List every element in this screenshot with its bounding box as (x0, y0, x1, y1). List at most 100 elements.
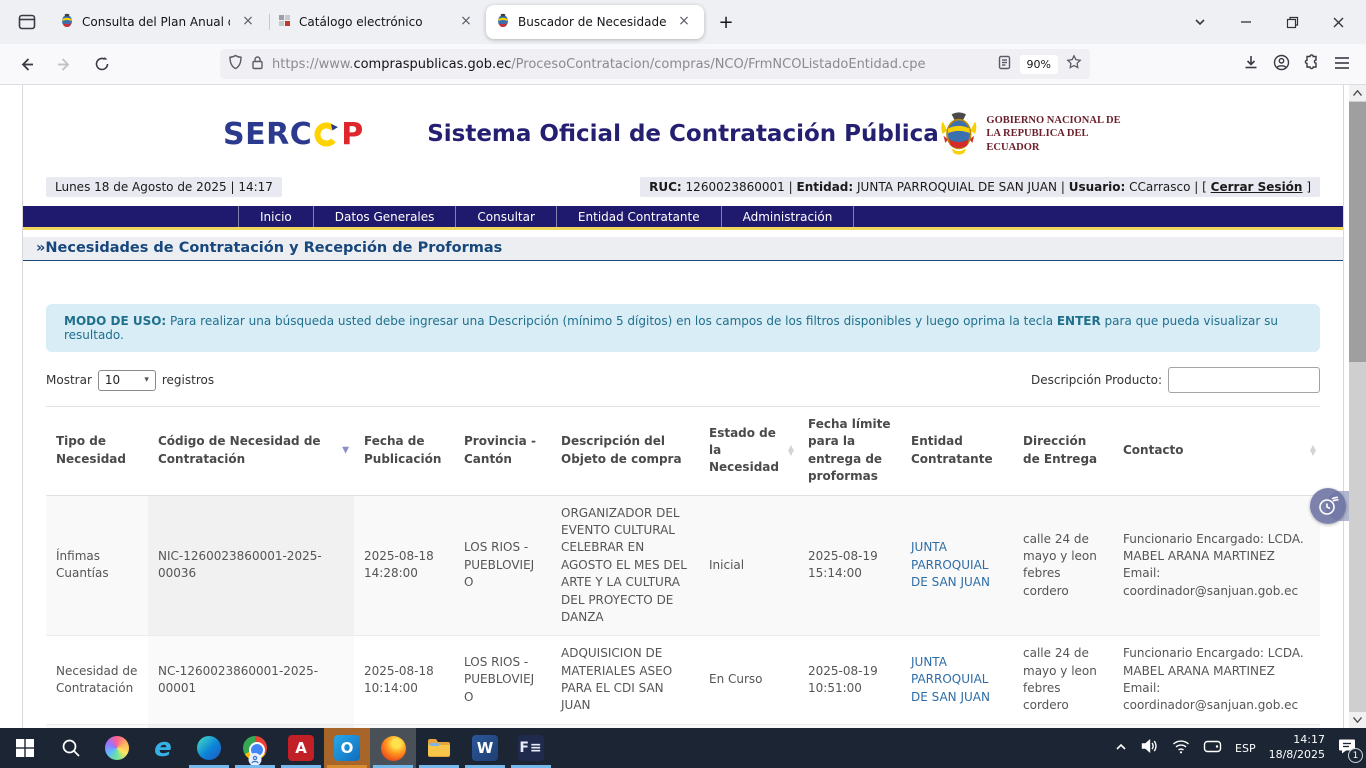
chrome-icon[interactable] (232, 728, 278, 768)
government-text: GOBIERNO NACIONAL DE LA REPUBLICA DEL EC… (986, 114, 1128, 153)
internet-explorer-icon[interactable]: e (140, 728, 186, 768)
nav-item-inicio[interactable]: Inicio (238, 206, 314, 227)
filter-label: Descripción Producto: (1031, 373, 1162, 387)
nav-item-consultar[interactable]: Consultar (456, 206, 557, 227)
firefox-icon[interactable] (370, 728, 416, 768)
back-icon[interactable] (10, 49, 42, 79)
col-codigo-necesidad[interactable]: Código de Necesidad de Contratación▼ (148, 407, 354, 496)
close-window-button[interactable] (1318, 5, 1358, 39)
close-tab-icon[interactable]: × (674, 12, 694, 32)
vertical-scrollbar[interactable] (1349, 85, 1366, 728)
tab-plan-anual[interactable]: Consulta del Plan Anual de Con × (50, 5, 268, 39)
winged-clock-icon (1316, 494, 1340, 518)
cell-direccion: calle 24 de mayo y leon febres cordero (1013, 495, 1113, 636)
f-app-icon[interactable]: F≡ (508, 728, 554, 768)
col-direccion-entrega[interactable]: Dirección de Entrega (1013, 407, 1113, 496)
screen: Consulta del Plan Anual de Con × Catálog… (0, 0, 1366, 768)
taskbar-search-icon[interactable] (48, 728, 94, 768)
col-provincia-canton[interactable]: Provincia - Cantón (454, 407, 551, 496)
ecuador-crest-favicon (60, 13, 74, 31)
forward-icon[interactable] (48, 49, 80, 79)
language-indicator[interactable]: ESP (1235, 742, 1256, 755)
hidden-icons-chevron-icon[interactable] (1114, 739, 1128, 758)
scroll-up-arrow[interactable] (1349, 85, 1366, 101)
cell-direccion: calle 24 de mayo y leon febres cordero (1013, 636, 1113, 725)
page-size-select[interactable]: 10 ▾ (98, 370, 156, 391)
close-tab-icon[interactable]: × (456, 12, 476, 32)
chevron-down-icon: ▾ (144, 375, 149, 385)
lock-icon[interactable] (251, 55, 264, 74)
cell-descripcion: ADQUISICION DE MATERIALES FUNGIBLE PARA … (551, 724, 699, 728)
copilot-icon[interactable] (94, 728, 140, 768)
cell-provincia: LOS RIOS - PUEBLOVIEJO (454, 495, 551, 636)
edge-icon[interactable] (186, 728, 232, 768)
tab-catalogo[interactable]: Catálogo electrónico × (268, 5, 486, 39)
scroll-down-arrow[interactable] (1349, 712, 1366, 728)
display-cast-icon[interactable] (1203, 739, 1222, 758)
usuario-label: Usuario: (1069, 180, 1126, 194)
show-label: Mostrar (46, 373, 92, 387)
reader-mode-icon[interactable] (997, 55, 1012, 74)
minimize-button[interactable] (1226, 5, 1266, 39)
word-icon[interactable]: W (462, 728, 508, 768)
cell-tipo: Ínfimas Cuantías (46, 495, 148, 636)
start-button[interactable] (2, 728, 48, 768)
col-estado-necesidad[interactable]: Estado de la Necesidad▲▼ (699, 407, 798, 496)
cell-estado: En Curso (699, 636, 798, 725)
notification-count-badge: 1 (1348, 748, 1363, 763)
firefox-view-icon[interactable] (12, 7, 42, 37)
downloads-icon[interactable] (1243, 54, 1259, 74)
tab-list-chevron-icon[interactable] (1180, 5, 1220, 39)
descripcion-producto-input[interactable] (1168, 367, 1320, 393)
sort-desc-icon[interactable]: ▼ (342, 444, 349, 457)
menu-hamburger-icon[interactable] (1334, 55, 1350, 74)
col-tipo-necesidad[interactable]: Tipo de Necesidad (46, 407, 148, 496)
logout-link[interactable]: Cerrar Sesión (1211, 180, 1303, 194)
page-title: »Necesidades de Contratación y Recepción… (23, 237, 1343, 261)
col-fecha-limite[interactable]: Fecha límite para la entrega de proforma… (798, 407, 901, 496)
shield-icon[interactable] (228, 54, 243, 74)
taskbar-date: 18/8/2025 (1269, 748, 1325, 763)
close-tab-icon[interactable]: × (238, 12, 258, 32)
site-title: Sistema Oficial de Contratación Pública (427, 121, 939, 147)
main-navigation: Inicio Datos Generales Consultar Entidad… (23, 206, 1343, 227)
cell-descripcion: ORGANIZADOR DEL EVENTO CULTURAL CELEBRAR… (551, 495, 699, 636)
cell-descripcion: ADQUISICION DE MATERIALES ASEO PARA EL C… (551, 636, 699, 725)
file-explorer-icon[interactable] (416, 728, 462, 768)
tab-title: Buscador de Necesidades de Co (518, 15, 666, 29)
sercop-page: SERC P Sistema Oficial de Contratación P… (22, 85, 1344, 728)
nav-item-datos-generales[interactable]: Datos Generales (314, 206, 457, 227)
ecuador-coat-of-arms-icon (939, 110, 979, 158)
volume-icon[interactable] (1141, 738, 1159, 758)
bookmark-star-icon[interactable] (1066, 54, 1082, 74)
url-bar[interactable]: https://www.compraspublicas.gob.ec/Proce… (220, 49, 1090, 79)
reload-icon[interactable] (86, 49, 118, 79)
zoom-level-badge[interactable]: 90% (1020, 55, 1058, 74)
col-entidad-contratante[interactable]: Entidad Contratante (901, 407, 1013, 496)
timer-widget-button[interactable] (1310, 488, 1346, 524)
sort-both-icon[interactable]: ▲▼ (1310, 446, 1316, 456)
entidad-link[interactable]: JUNTA PARROQUIAL DE SAN JUAN (911, 655, 990, 704)
extensions-puzzle-icon[interactable] (1304, 54, 1320, 74)
outlook-icon[interactable]: O (324, 728, 370, 768)
nav-item-entidad-contratante[interactable]: Entidad Contratante (557, 206, 722, 227)
ruc-label: RUC: (649, 180, 682, 194)
entidad-link[interactable]: JUNTA PARROQUIAL DE SAN JUAN (911, 540, 990, 589)
wifi-icon[interactable] (1172, 739, 1190, 758)
sort-both-icon[interactable]: ▲▼ (788, 446, 794, 456)
taskbar-clock[interactable]: 14:17 18/8/2025 (1269, 733, 1325, 763)
new-tab-button[interactable]: + (712, 8, 740, 36)
notification-center-icon[interactable]: 1 (1338, 738, 1356, 758)
col-contacto[interactable]: Contacto▲▼ (1113, 407, 1320, 496)
col-fecha-publicacion[interactable]: Fecha de Publicación (354, 407, 454, 496)
restore-button[interactable] (1272, 5, 1312, 39)
url-text[interactable]: https://www.compraspublicas.gob.ec/Proce… (272, 57, 989, 72)
scrollbar-thumb[interactable] (1349, 102, 1366, 362)
sercop-o-icon (313, 121, 340, 148)
acrobat-icon[interactable]: A (278, 728, 324, 768)
account-icon[interactable] (1273, 54, 1290, 75)
col-descripcion-objeto[interactable]: Descripción del Objeto de compra (551, 407, 699, 496)
tab-buscador-necesidades[interactable]: Buscador de Necesidades de Co × (486, 5, 704, 39)
sercop-logo: SERC P (223, 117, 427, 152)
nav-item-administracion[interactable]: Administración (722, 206, 855, 227)
